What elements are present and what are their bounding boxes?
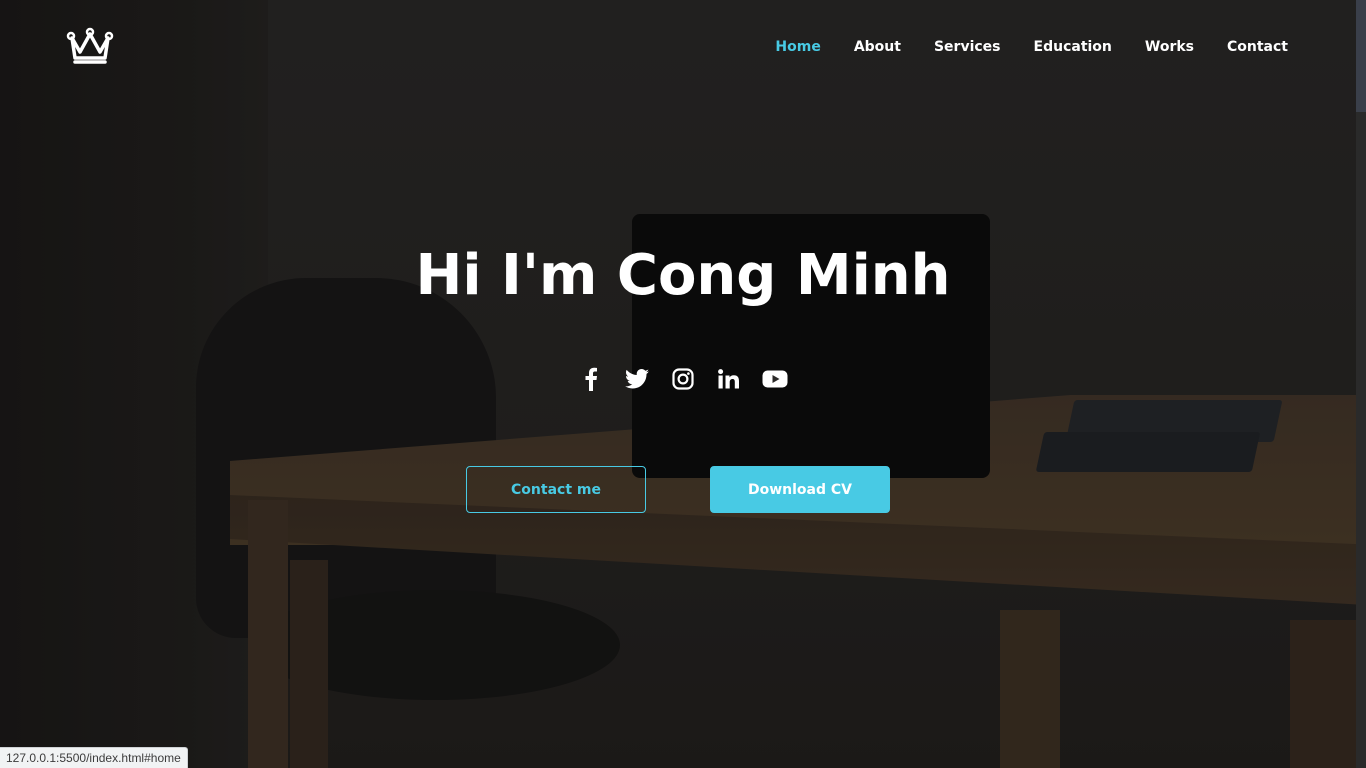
crown-icon[interactable] bbox=[66, 26, 114, 66]
nav-link-services[interactable]: Services bbox=[934, 36, 1001, 58]
crown-logo-svg bbox=[66, 27, 114, 64]
twitter-icon[interactable] bbox=[624, 366, 650, 392]
social-links bbox=[0, 366, 1366, 392]
download-cv-button[interactable]: Download CV bbox=[710, 466, 890, 513]
page: Home About Services Education Works Cont… bbox=[0, 0, 1366, 768]
scrollbar-thumb[interactable] bbox=[1356, 0, 1366, 112]
nav-link-works[interactable]: Works bbox=[1145, 36, 1194, 58]
main-nav: Home About Services Education Works Cont… bbox=[742, 36, 1288, 58]
hero-title: Hi I'm Cong Minh bbox=[415, 243, 951, 308]
browser-status-url: 127.0.0.1:5500/index.html#home bbox=[0, 747, 188, 768]
nav-link-home[interactable]: Home bbox=[775, 36, 820, 58]
instagram-icon[interactable] bbox=[670, 366, 696, 392]
page-scrollbar[interactable] bbox=[1356, 0, 1366, 768]
nav-link-about[interactable]: About bbox=[854, 36, 901, 58]
linkedin-icon[interactable] bbox=[716, 366, 742, 392]
nav-link-education[interactable]: Education bbox=[1034, 36, 1112, 58]
facebook-icon[interactable] bbox=[578, 366, 604, 392]
nav-link-contact[interactable]: Contact bbox=[1227, 36, 1288, 58]
contact-me-button[interactable]: Contact me bbox=[466, 466, 646, 513]
youtube-icon[interactable] bbox=[762, 366, 788, 392]
